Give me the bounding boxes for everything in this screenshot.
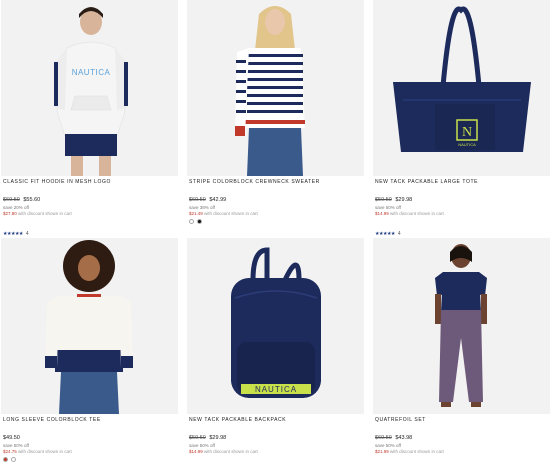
- savings-text: save 38% off: [189, 205, 215, 210]
- sale-price: $55.60: [23, 197, 41, 203]
- hoodie-logo-text: NAUTICA: [72, 68, 111, 77]
- cart-discount-text: $27.80 with discount shown in cart: [3, 211, 72, 216]
- savings-text: save 50% off: [3, 443, 29, 448]
- product-title[interactable]: QUATREFOIL SET: [375, 417, 426, 423]
- rating-stars: ★★★★★: [3, 231, 23, 237]
- original-price: $59.50: [375, 197, 392, 203]
- cart-discount-label: with discount shown in cart: [18, 449, 72, 454]
- cart-discount-text: $21.49 with discount shown in cart: [189, 211, 258, 216]
- tote-logo-text: NAUTICA: [458, 142, 476, 147]
- cart-discount-price: $14.99: [189, 449, 203, 454]
- sale-price: $42.99: [209, 197, 227, 203]
- sale-price: $29.98: [209, 435, 227, 441]
- product-title[interactable]: NEW TACK PACKABLE BACKPACK: [189, 417, 286, 423]
- product-price: $69.50 $55.60: [3, 197, 40, 203]
- cart-discount-label: with discount shown in cart: [390, 449, 444, 454]
- product-title[interactable]: NEW TACK PACKABLE LARGE TOTE: [375, 179, 478, 185]
- color-swatch-white[interactable]: [189, 219, 194, 224]
- original-price: $69.50: [375, 435, 392, 441]
- cart-discount-label: with discount shown in cart: [204, 449, 258, 454]
- product-image[interactable]: NAUTICA: [187, 238, 364, 414]
- color-swatches: [3, 457, 16, 462]
- rating[interactable]: ★★★★★ 4: [3, 231, 29, 237]
- color-swatch-white[interactable]: [11, 457, 16, 462]
- rating-stars: ★★★★★: [375, 231, 395, 237]
- product-title[interactable]: STRIPE COLORBLOCK CREWNECK SWEATER: [189, 179, 320, 185]
- sale-price: $29.98: [395, 197, 413, 203]
- product-title[interactable]: LONG SLEEVE COLORBLOCK TEE: [3, 417, 101, 423]
- backpack-logo-text: NAUTICA: [255, 385, 297, 394]
- color-swatch-red[interactable]: [3, 457, 8, 462]
- original-price: $69.50: [3, 197, 20, 203]
- pajama-set-model-image: [373, 238, 550, 414]
- cart-discount-label: with discount shown in cart: [390, 211, 444, 216]
- cart-discount-label: with discount shown in cart: [204, 211, 258, 216]
- hoodie-model-image: NAUTICA: [1, 0, 178, 176]
- rating[interactable]: ★★★★★ 4: [375, 231, 401, 237]
- tee-model-image: [1, 238, 178, 414]
- rating-count: 4: [397, 231, 401, 237]
- sale-price: $43.98: [395, 435, 413, 441]
- product-image[interactable]: [1, 238, 178, 414]
- sweater-model-image: [187, 0, 364, 176]
- savings-text: save 50% off: [375, 205, 401, 210]
- tote-bag-image: N NAUTICA: [373, 0, 550, 176]
- color-swatches: [189, 219, 202, 224]
- cart-discount-price: $14.99: [375, 211, 389, 216]
- original-price: $69.50: [189, 197, 206, 203]
- product-price: $69.50 $42.99: [189, 197, 226, 203]
- sale-price: $49.50: [3, 435, 20, 441]
- product-image[interactable]: [187, 0, 364, 176]
- product-price: $59.50 $29.98: [375, 197, 412, 203]
- product-price: $69.50 $43.98: [375, 435, 412, 441]
- product-price: $59.50 $29.98: [189, 435, 226, 441]
- cart-discount-text: $14.99 with discount shown in cart: [375, 211, 444, 216]
- cart-discount-price: $21.99: [375, 449, 389, 454]
- product-title[interactable]: CLASSIC FIT HOODIE IN MESH LOGO: [3, 179, 111, 185]
- color-swatch-black[interactable]: [197, 219, 202, 224]
- cart-discount-price: $27.80: [3, 211, 17, 216]
- original-price: $59.50: [189, 435, 206, 441]
- rating-count: 4: [25, 231, 29, 237]
- savings-text: save 50% off: [375, 443, 401, 448]
- cart-discount-text: $24.75 with discount shown in cart: [3, 449, 72, 454]
- backpack-image: NAUTICA: [187, 238, 364, 414]
- product-image[interactable]: N NAUTICA: [373, 0, 550, 176]
- product-image[interactable]: [373, 238, 550, 414]
- cart-discount-text: $21.99 with discount shown in cart: [375, 449, 444, 454]
- cart-discount-text: $14.99 with discount shown in cart: [189, 449, 258, 454]
- savings-text: save 50% off: [189, 443, 215, 448]
- savings-text: save 20% off: [3, 205, 29, 210]
- product-price: $49.50: [3, 435, 20, 441]
- cart-discount-price: $24.75: [3, 449, 17, 454]
- product-image[interactable]: NAUTICA: [1, 0, 178, 176]
- cart-discount-price: $21.49: [189, 211, 203, 216]
- tote-logo-mark: N: [462, 125, 472, 140]
- cart-discount-label: with discount shown in cart: [18, 211, 72, 216]
- product-grid: NAUTICA CLASSIC FIT HOODIE IN MESH LOGO …: [0, 0, 550, 467]
